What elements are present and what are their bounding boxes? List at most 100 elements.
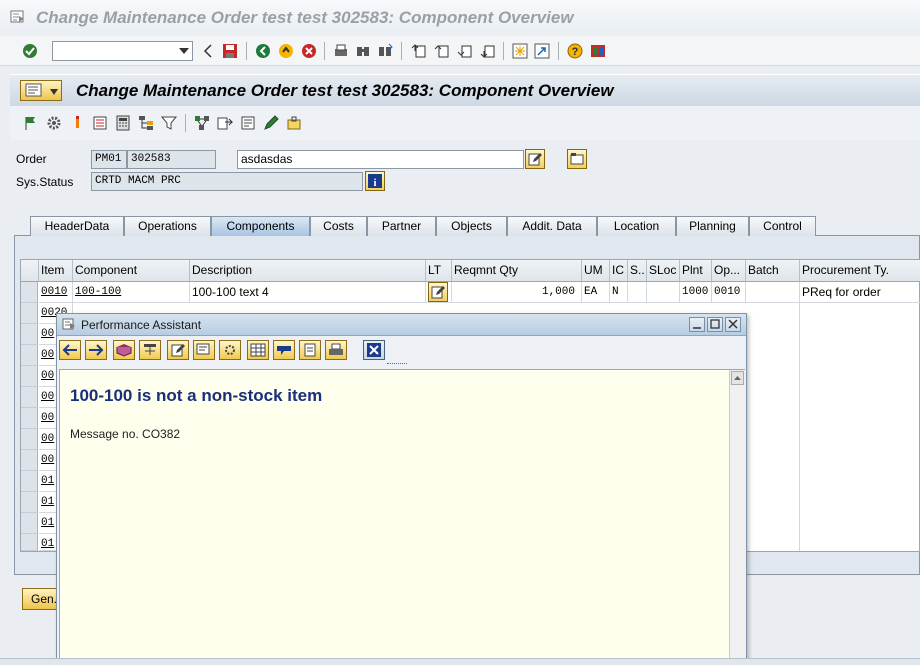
hierarchy-icon[interactable] (137, 114, 155, 132)
exit-icon[interactable] (277, 42, 295, 60)
select-all-column[interactable] (21, 260, 39, 282)
generate-button[interactable]: Gen. (22, 588, 58, 610)
long-text-button[interactable] (525, 149, 545, 169)
tab-components[interactable]: Components (211, 216, 310, 236)
row-ic[interactable]: N (610, 282, 628, 303)
row-selector[interactable] (21, 324, 38, 345)
chevron-down-icon[interactable] (179, 48, 189, 54)
enter-icon[interactable] (21, 42, 39, 60)
menu-button[interactable] (20, 80, 62, 101)
cancel-icon[interactable] (300, 42, 318, 60)
column-header-plnt[interactable]: Plnt (680, 260, 712, 282)
forward-button[interactable] (85, 340, 107, 360)
row-item[interactable]: 0010 (39, 282, 73, 303)
copy-object-icon[interactable] (216, 114, 234, 132)
row-selector[interactable] (21, 303, 38, 324)
status-info-button[interactable]: i (365, 171, 385, 191)
back-icon[interactable] (254, 42, 272, 60)
row-selector[interactable] (21, 282, 38, 303)
close-dialog-button[interactable] (363, 340, 385, 360)
release-flag-icon[interactable] (22, 114, 40, 132)
edit-button[interactable] (167, 340, 189, 360)
row-selector[interactable] (21, 534, 38, 551)
row-selector[interactable] (21, 345, 38, 366)
next-page-icon[interactable] (456, 42, 474, 60)
column-header-um[interactable]: UM (582, 260, 610, 282)
scroll-up-button[interactable] (731, 371, 744, 385)
find-icon[interactable] (354, 42, 372, 60)
settings-gear-icon[interactable] (45, 114, 63, 132)
row-selector[interactable] (21, 408, 38, 429)
row-component[interactable]: 100-100 (73, 282, 190, 303)
column-header-s[interactable]: S.. (628, 260, 647, 282)
row-long-text-button[interactable] (428, 282, 448, 302)
network-icon[interactable] (193, 114, 211, 132)
row-operation[interactable]: 0010 (712, 282, 746, 303)
layout-menu-icon[interactable] (589, 42, 607, 60)
settings-button[interactable] (219, 340, 241, 360)
row-selector[interactable] (21, 387, 38, 408)
command-field[interactable] (52, 41, 193, 61)
create-session-icon[interactable] (511, 42, 529, 60)
tab-costs[interactable]: Costs (310, 216, 367, 236)
column-header-reqmnt-qty[interactable]: Reqmnt Qty (452, 260, 582, 282)
row-selector[interactable] (21, 492, 38, 513)
close-button[interactable] (725, 317, 741, 332)
row-selector[interactable] (21, 471, 38, 492)
column-header-procurement[interactable]: Procurement Ty. (800, 260, 920, 282)
save-icon[interactable] (221, 42, 239, 60)
column-header-operation[interactable]: Op... (712, 260, 746, 282)
resize-grip[interactable] (387, 363, 407, 366)
window-menu-icon[interactable] (62, 318, 76, 331)
first-page-icon[interactable] (410, 42, 428, 60)
column-header-lt[interactable]: LT (426, 260, 452, 282)
filter-icon[interactable] (160, 114, 178, 132)
folder-button[interactable] (567, 149, 587, 169)
bookmark-button[interactable] (273, 340, 295, 360)
row-selector[interactable] (21, 513, 38, 534)
column-header-sloc[interactable]: SLoc (647, 260, 680, 282)
tab-headerdata[interactable]: HeaderData (30, 216, 124, 236)
row-sloc[interactable] (647, 282, 680, 303)
table-button[interactable] (247, 340, 269, 360)
row-reqmnt-qty[interactable]: 1,000 (452, 282, 582, 303)
send-button[interactable] (299, 340, 321, 360)
help-icon[interactable]: ? (566, 42, 584, 60)
back-arrow-icon[interactable] (199, 42, 217, 60)
tab-control[interactable]: Control (749, 216, 816, 236)
status-indicator-icon[interactable] (68, 114, 86, 132)
tab-planning[interactable]: Planning (676, 216, 749, 236)
row-procurement[interactable]: PReq for order (800, 282, 920, 303)
column-header-ic[interactable]: IC (610, 260, 628, 282)
row-batch[interactable] (746, 282, 800, 303)
text-document-icon[interactable] (239, 114, 257, 132)
column-header-description[interactable]: Description (190, 260, 426, 282)
find-next-icon[interactable] (376, 42, 394, 60)
edit-pencil-icon[interactable] (262, 114, 280, 132)
row-plant[interactable]: 1000 (680, 282, 712, 303)
technical-info-button[interactable] (113, 340, 135, 360)
note-button[interactable] (193, 340, 215, 360)
column-header-batch[interactable]: Batch (746, 260, 800, 282)
print-icon[interactable] (332, 42, 350, 60)
glossary-button[interactable] (139, 340, 161, 360)
row-selector[interactable] (21, 366, 38, 387)
previous-page-icon[interactable] (433, 42, 451, 60)
tab-operations[interactable]: Operations (124, 216, 211, 236)
row-s[interactable] (628, 282, 647, 303)
last-page-icon[interactable] (479, 42, 497, 60)
minimize-button[interactable] (689, 317, 705, 332)
print-button[interactable] (325, 340, 347, 360)
maximize-button[interactable] (707, 317, 723, 332)
shortcut-icon[interactable] (533, 42, 551, 60)
attachment-icon[interactable] (285, 114, 303, 132)
row-um[interactable]: EA (582, 282, 610, 303)
tab-addit-data[interactable]: Addit. Data (507, 216, 597, 236)
row-selector[interactable] (21, 429, 38, 450)
order-description-input[interactable]: asdasdas (237, 150, 524, 169)
window-menu-icon[interactable] (10, 10, 26, 24)
document-list-icon[interactable] (91, 114, 109, 132)
tab-partner[interactable]: Partner (367, 216, 436, 236)
column-header-component[interactable]: Component (73, 260, 190, 282)
row-description[interactable]: 100-100 text 4 (190, 282, 426, 303)
